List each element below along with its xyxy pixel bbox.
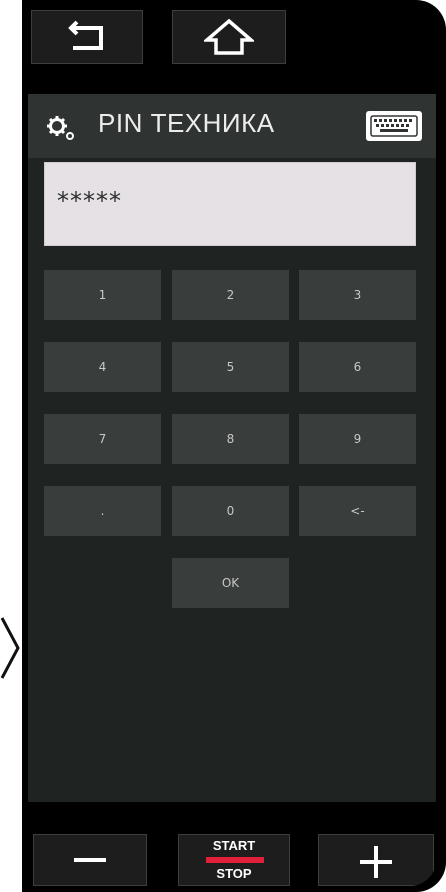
ok-button[interactable]: OK [172,558,289,608]
back-button[interactable] [31,10,143,64]
screen: PIN ТЕХНИКА ***** 1 2 3 4 5 6 7 8 9 . 0 … [28,6,436,886]
keyboard-icon[interactable] [366,111,422,141]
gears-icon [47,116,74,140]
start-stop-indicator [206,857,264,863]
home-button[interactable] [172,10,286,64]
key-1[interactable]: 1 [44,270,161,320]
start-stop-button[interactable]: START STOP [178,834,290,886]
minus-icon [74,858,106,862]
key-backspace[interactable]: <- [299,486,416,536]
key-5[interactable]: 5 [172,342,289,392]
key-7[interactable]: 7 [44,414,161,464]
key-2[interactable]: 2 [172,270,289,320]
key-0[interactable]: 0 [172,486,289,536]
pin-input[interactable]: ***** [44,162,416,246]
minus-button[interactable] [33,834,147,886]
start-label: START [212,838,256,853]
stop-label: STOP [216,866,252,881]
key-dot[interactable]: . [44,486,161,536]
key-6[interactable]: 6 [299,342,416,392]
plus-button[interactable] [318,834,434,886]
device-frame: PIN ТЕХНИКА ***** 1 2 3 4 5 6 7 8 9 . 0 … [22,0,446,892]
page-title: PIN ТЕХНИКА [98,108,275,138]
bottom-bar: START STOP [28,802,436,886]
pin-input-value: ***** [57,187,122,215]
back-arrow-icon [68,20,103,50]
title-bar: PIN ТЕХНИКА [28,94,436,158]
plus-icon [360,846,392,878]
top-bar [28,6,436,94]
key-3[interactable]: 3 [299,270,416,320]
key-4[interactable]: 4 [44,342,161,392]
key-8[interactable]: 8 [172,414,289,464]
home-icon [204,18,254,55]
key-9[interactable]: 9 [299,414,416,464]
